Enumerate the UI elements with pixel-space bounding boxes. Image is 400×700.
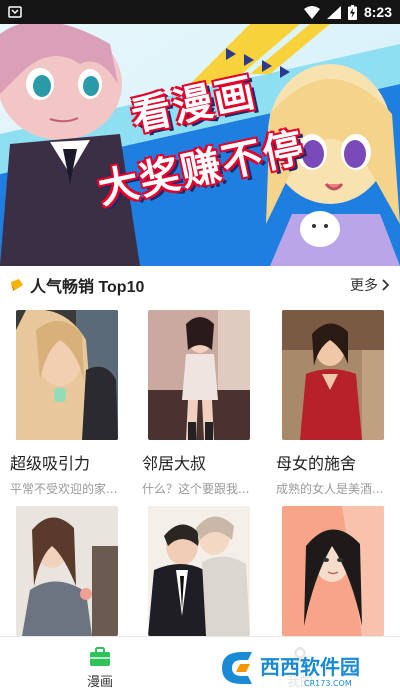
comic-cover[interactable] [282, 310, 384, 440]
comic-desc: 什么？这个要跟我... [142, 482, 250, 496]
comic-card[interactable] [10, 506, 124, 646]
more-link[interactable]: 更多 [350, 275, 390, 295]
comic-title: 母女的施舍 [276, 454, 357, 473]
comic-cover[interactable] [282, 506, 384, 636]
promo-banner[interactable]: 看漫画 大奖赚不停 [0, 24, 400, 266]
site-watermark-logo: 西西软件园 CR173.COM [212, 648, 388, 688]
comic-cover[interactable] [16, 310, 118, 440]
watermark-subtext: CR173.COM [304, 679, 352, 688]
section-header-top10: 人气畅销 Top10 更多 [0, 266, 400, 304]
briefcase-icon [90, 647, 110, 666]
chevron-right-icon [382, 279, 390, 291]
nav-label: 漫画 [86, 675, 113, 690]
comic-card[interactable] [142, 506, 256, 646]
signal-icon [326, 5, 341, 19]
ribbon-icon [11, 279, 23, 291]
app-screen: 8:23 看漫画 大奖赚不停 人气畅销 Top10 更多 超级吸引力 平常不受欢… [0, 0, 400, 700]
comic-desc: 成熟的女人是美酒... [276, 482, 384, 496]
comic-card[interactable] [276, 506, 390, 646]
comic-card[interactable]: 母女的施舍 成熟的女人是美酒... [276, 310, 390, 497]
comic-cover[interactable] [148, 506, 250, 636]
comic-title: 邻居大叔 [142, 454, 207, 473]
comic-card[interactable]: 超级吸引力 平常不受欢迎的家... [10, 310, 124, 497]
status-bar: 8:23 [0, 0, 400, 24]
comic-desc: 平常不受欢迎的家... [10, 482, 118, 496]
notification-icon [8, 6, 22, 18]
status-time: 8:23 [363, 4, 392, 20]
watermark-text: 西西软件园 [260, 655, 360, 679]
section-title: 人气畅销 Top10 [30, 279, 145, 296]
nav-item-manga[interactable]: 漫画 [0, 637, 200, 700]
comic-cover[interactable] [148, 310, 250, 440]
battery-charging-icon [347, 4, 357, 20]
comic-cover[interactable] [16, 506, 118, 636]
more-label: 更多 [350, 278, 378, 294]
comic-title: 超级吸引力 [10, 454, 91, 473]
wifi-icon [303, 5, 320, 19]
comic-card[interactable]: 邻居大叔 什么？这个要跟我... [142, 310, 256, 497]
